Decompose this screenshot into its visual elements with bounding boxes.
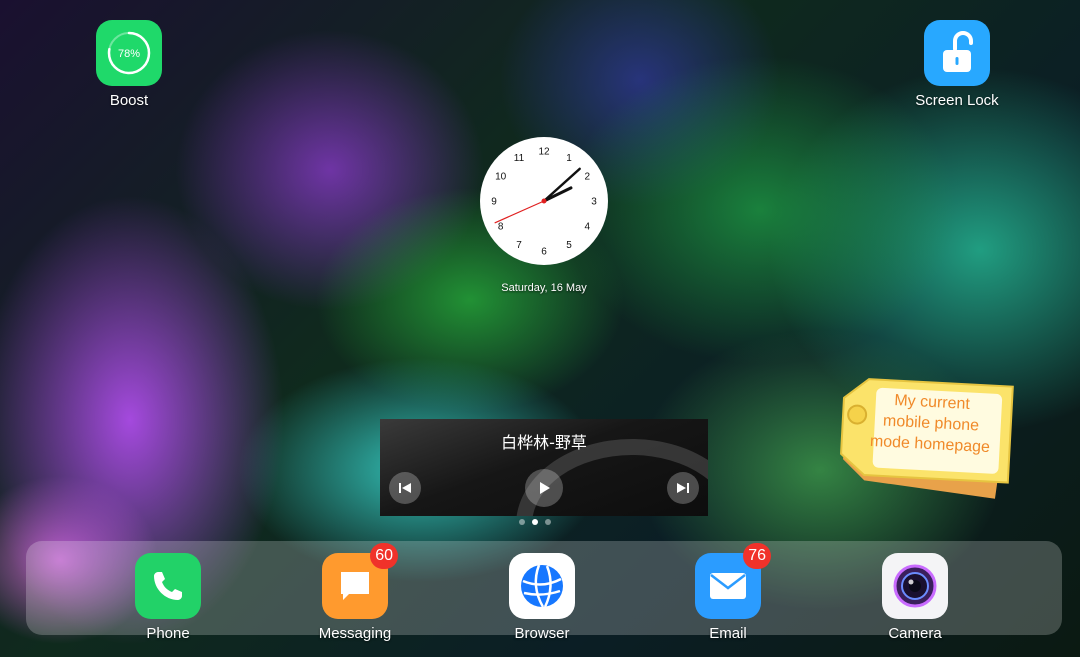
clock-numeral: 10 — [495, 172, 507, 183]
clock-numeral: 12 — [538, 147, 550, 158]
note-tag: My current mobile phone mode homepage — [812, 368, 1032, 518]
globe-icon — [509, 553, 575, 619]
boost-icon: 78% — [96, 20, 162, 86]
browser-label: Browser — [514, 625, 570, 642]
skip-back-icon — [399, 483, 411, 493]
play-icon — [540, 482, 550, 494]
message-bubble-icon: 60 — [322, 543, 398, 619]
boost-app[interactable]: 78% Boost — [74, 20, 184, 109]
messaging-label: Messaging — [318, 625, 392, 642]
camera-lens-icon — [882, 553, 948, 619]
boost-percent: 78% — [118, 48, 140, 60]
previous-track-button[interactable] — [389, 472, 421, 504]
page-dot[interactable] — [519, 519, 525, 525]
page-dot[interactable] — [532, 519, 538, 525]
clock-numeral: 9 — [491, 197, 497, 208]
clock-numeral: 5 — [566, 240, 572, 251]
phone-handset-icon — [135, 553, 201, 619]
unlocked-padlock-icon — [924, 20, 990, 86]
clock-numeral: 2 — [585, 172, 591, 183]
skip-forward-icon — [677, 483, 689, 493]
screen-lock-label: Screen Lock — [915, 92, 999, 109]
next-track-button[interactable] — [667, 472, 699, 504]
clock-numeral: 8 — [498, 222, 504, 233]
analog-clock: 121234567891011 — [480, 137, 608, 265]
email-app[interactable]: 76 Email — [673, 543, 783, 642]
page-indicator[interactable] — [519, 519, 551, 525]
boost-label: Boost — [109, 92, 149, 109]
browser-app[interactable]: Browser — [487, 553, 597, 642]
messaging-badge: 60 — [370, 543, 398, 569]
envelope-icon: 76 — [695, 543, 771, 619]
phone-app[interactable]: Phone — [113, 553, 223, 642]
camera-app[interactable]: Camera — [860, 553, 970, 642]
clock-numeral: 11 — [514, 153, 525, 164]
clock-numeral: 6 — [541, 247, 547, 258]
song-title: 白桦林-野草 — [501, 433, 587, 452]
page-dot[interactable] — [545, 519, 551, 525]
music-widget[interactable]: 白桦林-野草 — [380, 419, 708, 516]
clock-numeral: 7 — [516, 240, 522, 251]
email-label: Email — [709, 625, 747, 642]
play-button[interactable] — [525, 469, 563, 507]
clock-widget[interactable]: 12 1 2 3 4 5 6 7 8 9 10 11 Saturday, 16 May — [478, 135, 610, 294]
clock-numeral: 3 — [591, 197, 597, 208]
phone-label: Phone — [146, 625, 190, 642]
camera-label: Camera — [888, 625, 942, 642]
clock-date: Saturday, 16 May — [501, 282, 587, 294]
clock-numeral: 1 — [566, 153, 572, 164]
messaging-app[interactable]: 60 Messaging — [300, 543, 410, 642]
email-badge: 76 — [743, 543, 771, 569]
clock-numeral: 4 — [585, 222, 591, 233]
screen-lock-app[interactable]: Screen Lock — [902, 20, 1012, 109]
